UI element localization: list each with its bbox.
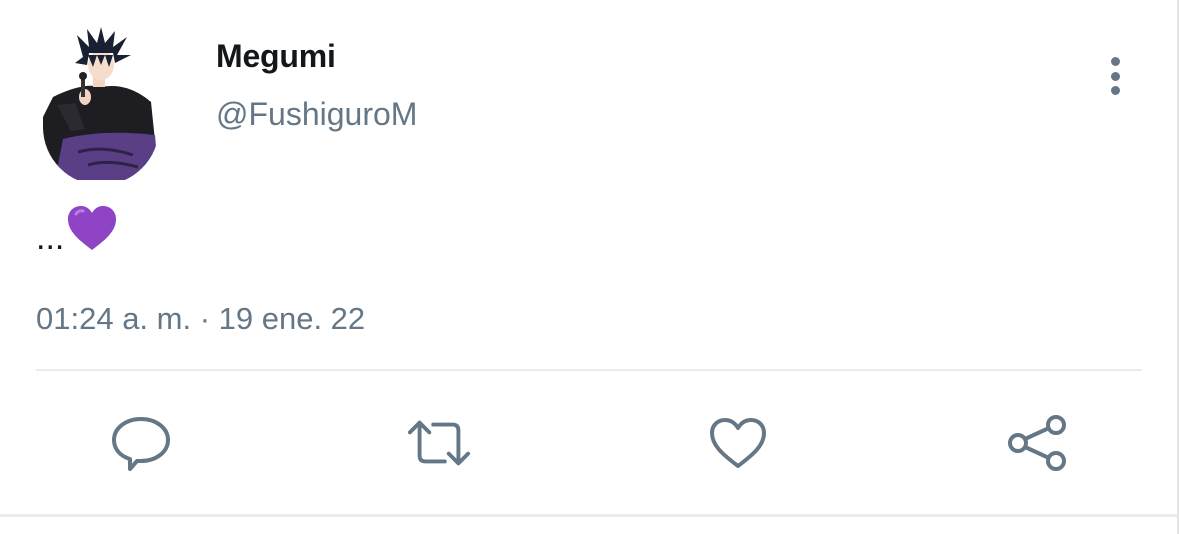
- more-dot-icon: [1110, 57, 1120, 66]
- tweet-actions-bar: [0, 410, 1179, 476]
- heart-outline-icon: [710, 418, 766, 468]
- bottom-divider: [0, 514, 1179, 517]
- user-handle[interactable]: @FushiguroM: [216, 96, 417, 133]
- tweet-timestamp[interactable]: 01:24 a. m. · 19 ene. 22: [36, 301, 365, 337]
- reply-button[interactable]: [108, 410, 174, 476]
- share-button[interactable]: [1004, 410, 1070, 476]
- share-icon: [1008, 415, 1066, 471]
- retweet-icon: [407, 420, 471, 466]
- more-options-button[interactable]: [1098, 54, 1132, 98]
- avatar[interactable]: [43, 27, 160, 180]
- retweet-button[interactable]: [406, 410, 472, 476]
- more-dot-icon: [1110, 71, 1120, 81]
- divider: [36, 369, 1142, 371]
- more-dot-icon: [1110, 86, 1120, 95]
- like-button[interactable]: [705, 410, 771, 476]
- purple-heart-icon: [66, 204, 118, 261]
- comment-icon: [112, 417, 170, 471]
- tweet-text-content: ...: [36, 219, 65, 257]
- tweet-text: ...: [36, 204, 118, 261]
- tweet-detail: Megumi @FushiguroM ... 01:24 a. m. · 19 …: [0, 0, 1179, 534]
- display-name[interactable]: Megumi: [216, 38, 336, 75]
